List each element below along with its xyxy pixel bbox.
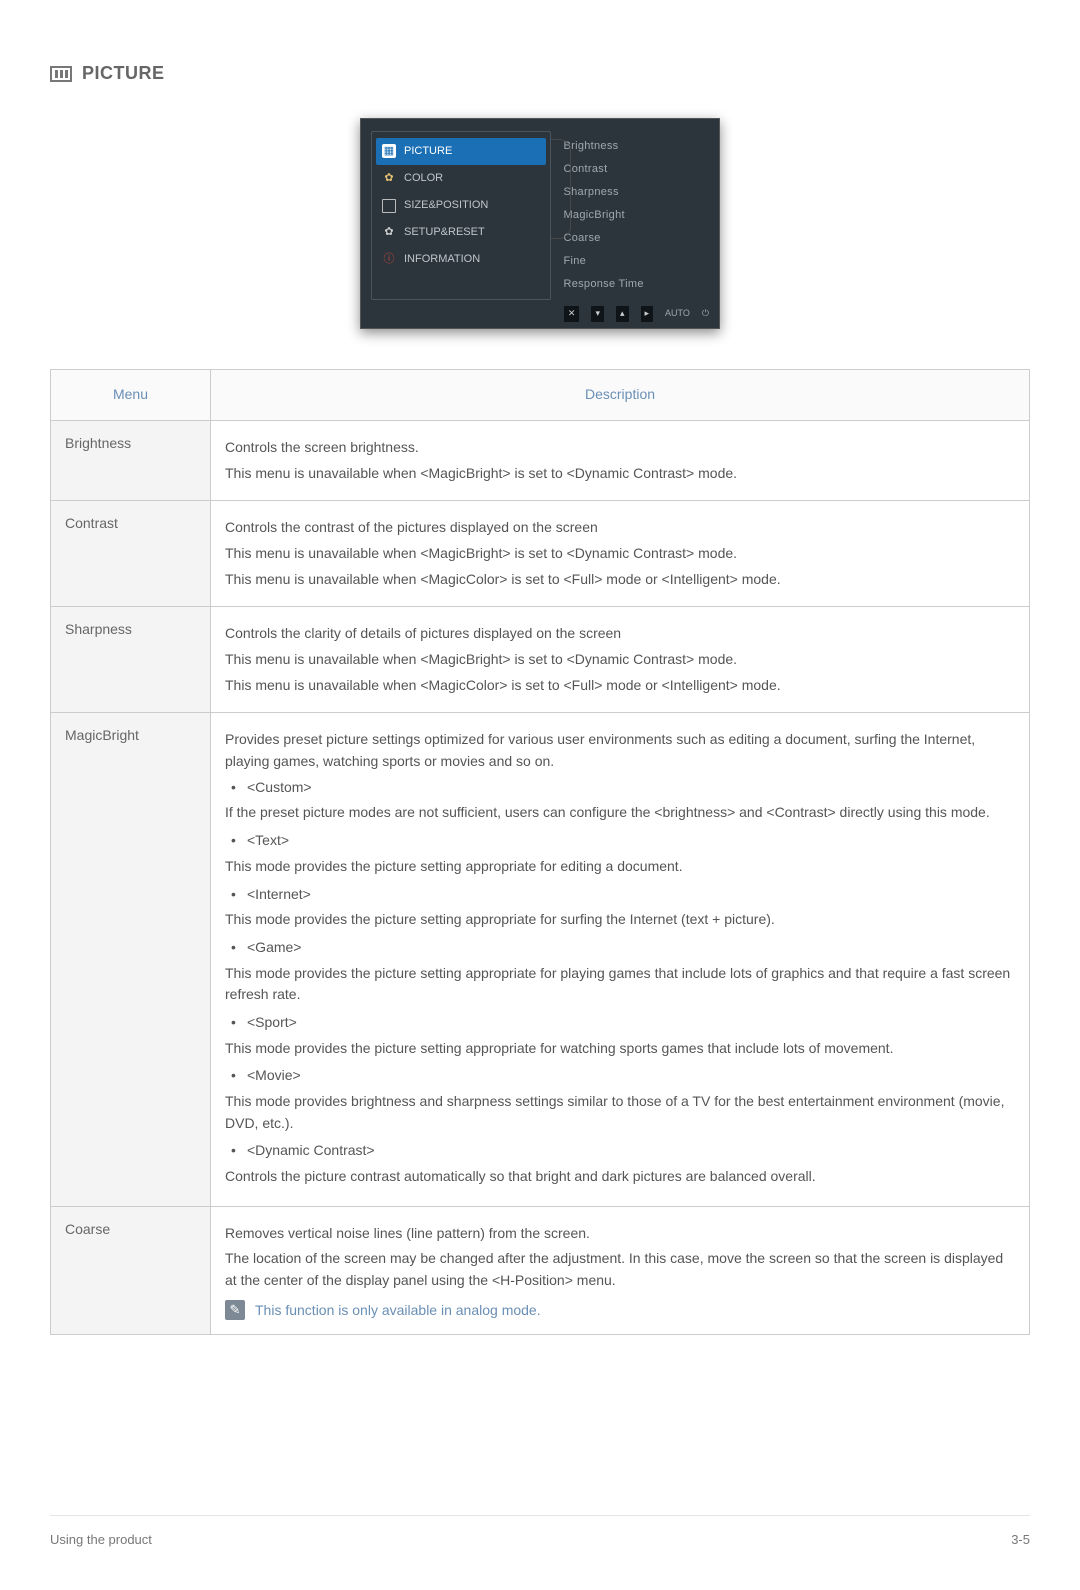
picture-icon xyxy=(50,66,72,82)
col-header-menu: Menu xyxy=(51,370,211,421)
table-row: MagicBright Provides preset picture sett… xyxy=(51,713,1030,1206)
menu-table: Menu Description Brightness Controls the… xyxy=(50,369,1030,1334)
footer-right: 3-5 xyxy=(1011,1530,1030,1550)
menu-name: Brightness xyxy=(51,420,211,500)
table-row: Contrast Controls the contrast of the pi… xyxy=(51,501,1030,607)
table-row: Brightness Controls the screen brightnes… xyxy=(51,420,1030,500)
osd-left-menu: ▦PICTURE ✿COLOR SIZE&POSITION ✿SETUP&RES… xyxy=(371,131,551,300)
osd-footer: ✕ ▾ ▴ ▸ AUTO ⏻ xyxy=(564,306,709,322)
table-row: Sharpness Controls the clarity of detail… xyxy=(51,607,1030,713)
note-icon: ✎ xyxy=(225,1300,245,1320)
col-header-description: Description xyxy=(211,370,1030,421)
section-title: PICTURE xyxy=(82,60,165,88)
note-text: This function is only available in analo… xyxy=(255,1300,541,1322)
menu-description: Provides preset picture settings optimiz… xyxy=(211,713,1030,1206)
menu-name: MagicBright xyxy=(51,713,211,1206)
menu-name: Contrast xyxy=(51,501,211,607)
table-row: Coarse Removes vertical noise lines (lin… xyxy=(51,1206,1030,1334)
menu-description: Controls the screen brightness. This men… xyxy=(211,420,1030,500)
osd-screenshot: ▦PICTURE ✿COLOR SIZE&POSITION ✿SETUP&RES… xyxy=(50,118,1030,329)
menu-name: Coarse xyxy=(51,1206,211,1334)
footer-left: Using the product xyxy=(50,1530,152,1550)
section-header: PICTURE xyxy=(50,60,1030,88)
osd-right-list: Brightness Contrast Sharpness MagicBrigh… xyxy=(561,131,709,300)
menu-description: Controls the clarity of details of pictu… xyxy=(211,607,1030,713)
menu-description: Controls the contrast of the pictures di… xyxy=(211,501,1030,607)
page-footer: Using the product 3-5 xyxy=(50,1515,1030,1550)
menu-name: Sharpness xyxy=(51,607,211,713)
menu-description: Removes vertical noise lines (line patte… xyxy=(211,1206,1030,1334)
